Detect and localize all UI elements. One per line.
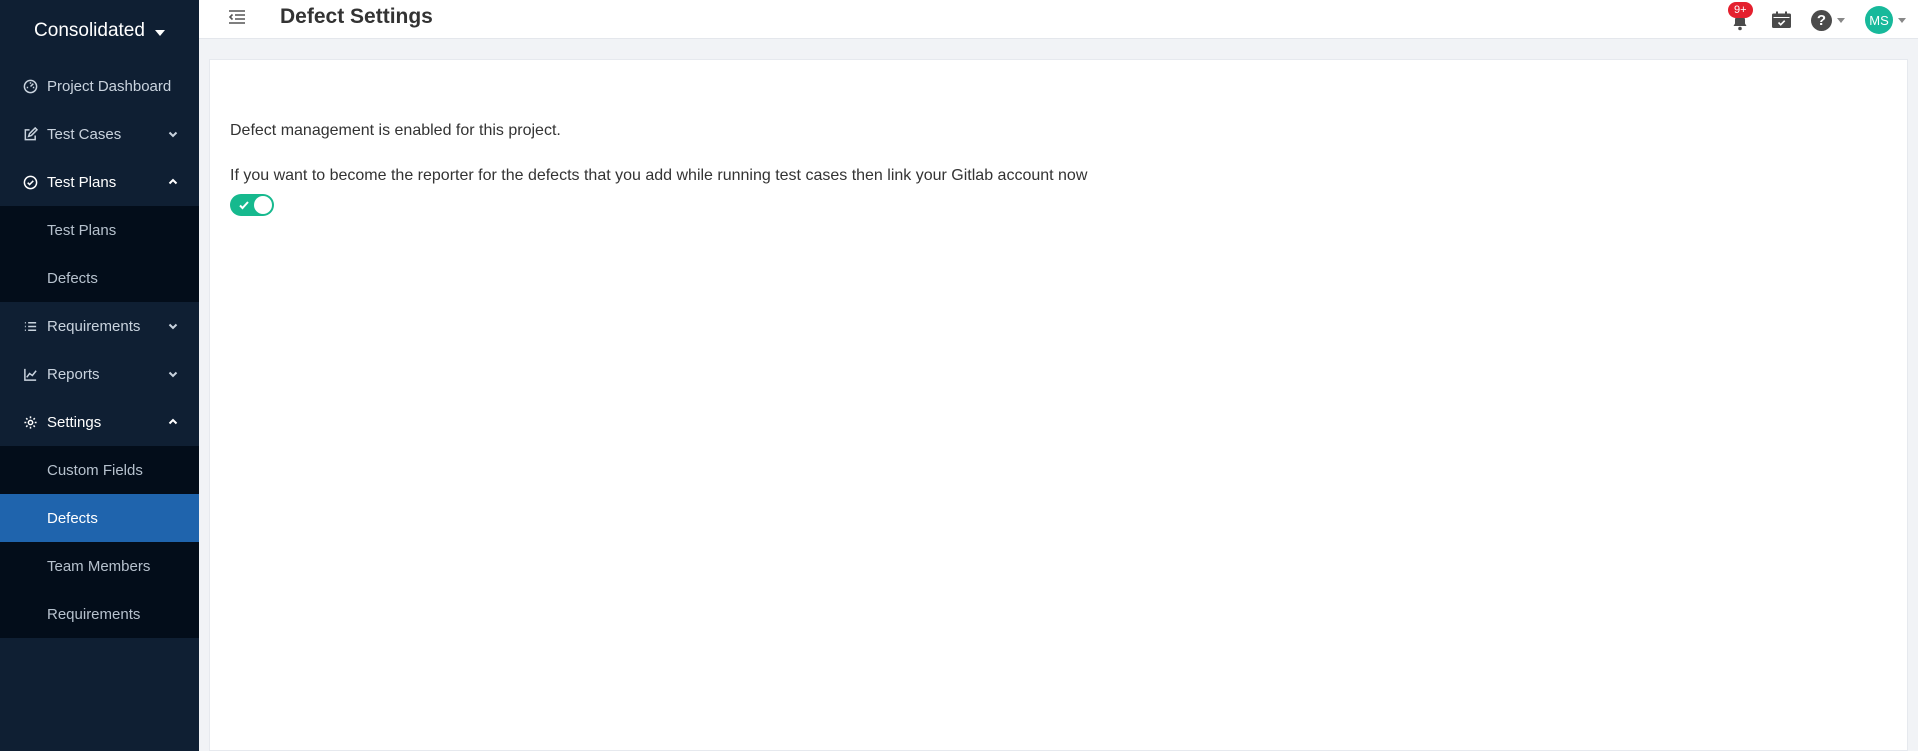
sidebar-item-label: Project Dashboard: [47, 77, 172, 95]
caret-down-icon: [1898, 17, 1906, 23]
edit-icon: [22, 126, 38, 142]
sidebar-subitem-requirements[interactable]: Requirements: [0, 590, 199, 638]
sidebar-subitem-defects[interactable]: Defects: [0, 254, 199, 302]
calendar-check-button[interactable]: [1771, 9, 1793, 31]
avatar: MS: [1865, 6, 1893, 34]
project-switcher[interactable]: Consolidated: [0, 0, 199, 62]
help-menu-button[interactable]: ?: [1811, 9, 1845, 31]
chevron-down-icon: [167, 320, 179, 332]
content-area: Defect management is enabled for this pr…: [199, 39, 1918, 751]
sidebar-item-requirements[interactable]: Requirements: [0, 302, 199, 350]
dashboard-icon: [22, 78, 38, 94]
chevron-down-icon: [167, 368, 179, 380]
gitlab-link-prompt: If you want to become the reporter for t…: [230, 167, 1088, 184]
sidebar-item-test-plans[interactable]: Test Plans: [0, 158, 199, 206]
app: Consolidated Project Dashboard Test Case…: [0, 0, 1918, 751]
sidebar-item-label: Reports: [47, 365, 100, 383]
sidebar-item-test-cases[interactable]: Test Cases: [0, 110, 199, 158]
sidebar-item-label: Requirements: [47, 317, 141, 335]
sidebar-item-reports[interactable]: Reports: [0, 350, 199, 398]
check-circle-icon: [22, 174, 38, 190]
chevron-up-icon: [167, 176, 179, 188]
caret-down-icon: [154, 29, 165, 36]
gear-icon: [22, 414, 38, 430]
help-icon: ?: [1811, 9, 1832, 31]
sidebar-subitem-test-plans[interactable]: Test Plans: [0, 206, 199, 254]
defect-settings-card: Defect management is enabled for this pr…: [209, 59, 1908, 751]
user-menu-button[interactable]: MS: [1865, 6, 1906, 34]
toggle-knob: [254, 196, 272, 214]
calendar-check-icon: [1772, 11, 1791, 28]
sidebar-subitem-team-members[interactable]: Team Members: [0, 542, 199, 590]
sidebar-item-label: Test Plans: [47, 173, 117, 191]
sidebar: Consolidated Project Dashboard Test Case…: [0, 0, 199, 751]
sidebar-item-label: Test Cases: [47, 125, 122, 143]
check-icon: [238, 198, 250, 210]
sidebar-subitem-defects-settings[interactable]: Defects: [0, 494, 199, 542]
page-title: Defect Settings: [280, 5, 433, 28]
sidebar-toggle-icon[interactable]: [227, 8, 247, 26]
topbar: Defect Settings 9+ ? MS: [199, 0, 1918, 39]
sidebar-item-label: Settings: [47, 413, 102, 431]
sidebar-item-project-dashboard[interactable]: Project Dashboard: [0, 62, 199, 110]
sidebar-item-settings[interactable]: Settings: [0, 398, 199, 446]
main: Defect Settings 9+ ? MS Defect managemen…: [199, 0, 1918, 751]
header-actions: 9+ ? MS: [1728, 0, 1906, 40]
chevron-up-icon: [167, 416, 179, 428]
caret-down-icon: [1837, 17, 1845, 23]
gitlab-link-toggle[interactable]: [230, 194, 274, 216]
list-icon: [22, 318, 38, 334]
test-plans-submenu: Test Plans Defects: [0, 206, 199, 302]
project-name: Consolidated: [34, 20, 145, 41]
notifications-button[interactable]: 9+: [1728, 2, 1753, 31]
defect-status-text: Defect management is enabled for this pr…: [230, 122, 561, 139]
chevron-down-icon: [167, 128, 179, 140]
notification-badge: 9+: [1728, 2, 1753, 18]
line-chart-icon: [22, 366, 38, 382]
settings-submenu: Custom Fields Defects Team Members Requi…: [0, 446, 199, 638]
sidebar-subitem-custom-fields[interactable]: Custom Fields: [0, 446, 199, 494]
